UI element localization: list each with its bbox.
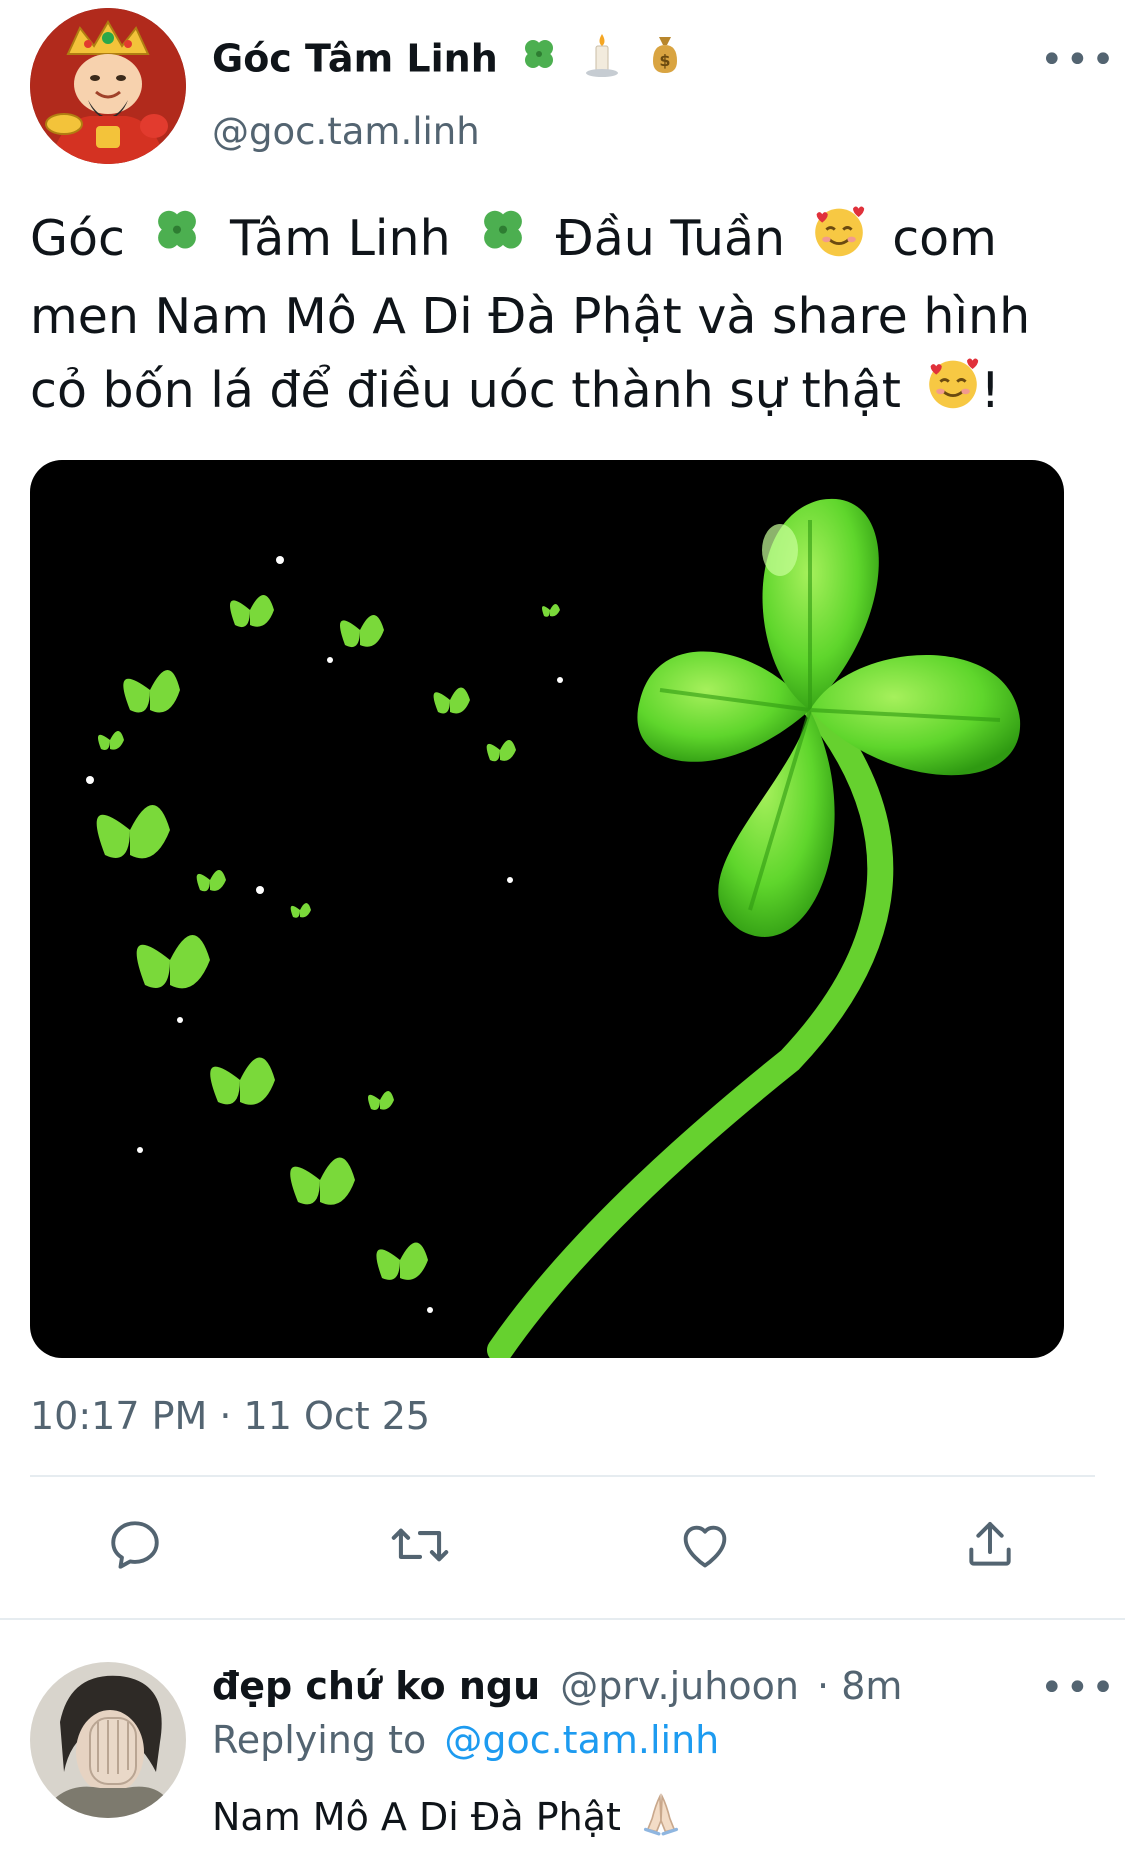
- four-leaf-clover-heart-icon: [86, 498, 1021, 1358]
- share-icon: [969, 1522, 1011, 1566]
- author-name-text: Góc Tâm Linh: [212, 36, 498, 81]
- smiling-face-with-hearts-emoji-icon: [811, 203, 867, 280]
- tweet-timestamp[interactable]: 10:17 PM · 11 Oct 25: [30, 1392, 430, 1440]
- like-button[interactable]: [665, 1505, 745, 1585]
- retweet-button[interactable]: [380, 1505, 460, 1585]
- folded-hands-emoji-icon: [639, 1792, 683, 1847]
- more-options-icon[interactable]: •••: [1040, 40, 1117, 80]
- share-button[interactable]: [950, 1505, 1030, 1585]
- reply-text-content: Nam Mô A Di Đà Phật: [212, 1795, 621, 1839]
- money-bag-emoji-icon: $: [645, 33, 685, 89]
- tweet-text-segment: Góc: [30, 210, 125, 267]
- candle-emoji-icon: [582, 32, 622, 90]
- reply-author-avatar[interactable]: [30, 1662, 186, 1818]
- speech-bubble-icon: [111, 1521, 159, 1569]
- divider: [30, 1475, 1095, 1477]
- tweet-text-line-1: Góc Tâm Linh Đầu Tuần com: [30, 202, 1100, 280]
- reply-author-handle[interactable]: @prv.juhoon: [560, 1664, 799, 1708]
- tweet-image[interactable]: [30, 460, 1064, 1358]
- tweet-text-line-3: cỏ bốn lá để điều uóc thành sự thật !: [30, 354, 1100, 432]
- clover-emoji-icon: [476, 204, 530, 279]
- clover-emoji-icon: [519, 35, 559, 87]
- reply-text: Nam Mô A Di Đà Phật: [212, 1792, 683, 1847]
- tweet-text-segment: Đầu Tuần: [555, 210, 786, 267]
- reply-button[interactable]: [95, 1505, 175, 1585]
- author-avatar[interactable]: [30, 8, 186, 164]
- tweet-text-line-2: men Nam Mô A Di Đà Phật và share hình: [30, 288, 1031, 345]
- heart-icon: [683, 1525, 727, 1568]
- tweet-text: Góc Tâm Linh Đầu Tuần com men Nam Mô A D…: [30, 202, 1100, 432]
- reply-author-name[interactable]: đẹp chứ ko ngu: [212, 1664, 540, 1708]
- replying-to: Replying to @goc.tam.linh: [212, 1716, 719, 1764]
- tweet-text-segment: !: [980, 362, 1001, 419]
- replying-to-link[interactable]: @goc.tam.linh: [444, 1718, 719, 1762]
- author-handle[interactable]: @goc.tam.linh: [212, 108, 480, 156]
- reply-more-options-icon[interactable]: •••: [1040, 1668, 1117, 1708]
- reply-time[interactable]: · 8m: [817, 1664, 902, 1708]
- tweet-text-segment: Tâm Linh: [230, 210, 451, 267]
- tweet-text-segment: cỏ bốn lá để điều uóc thành sự thật: [30, 362, 901, 419]
- replying-to-label: Replying to: [212, 1718, 427, 1762]
- retweet-icon: [391, 1528, 449, 1562]
- clover-emoji-icon: [150, 204, 204, 279]
- tweet-text-segment: com: [892, 210, 997, 267]
- reply-header: đẹp chứ ko ngu @prv.juhoon · 8m: [212, 1662, 902, 1710]
- svg-text:$: $: [660, 51, 671, 70]
- smiling-face-with-hearts-emoji-icon: [925, 355, 981, 432]
- divider: [0, 1618, 1125, 1620]
- author-name[interactable]: Góc Tâm Linh $: [212, 32, 685, 90]
